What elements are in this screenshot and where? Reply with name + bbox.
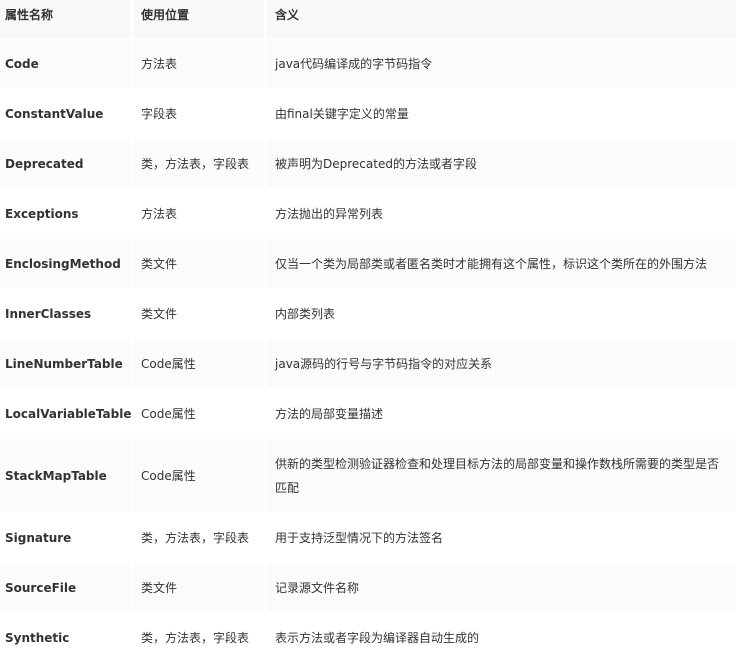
attribute-name-cell: Signature [0,512,133,562]
usage-location-cell: 类，方法表，字段表 [133,612,267,662]
header-meaning: 含义 [267,0,736,38]
meaning-cell: 表示方法或者字段为编译器自动生成的 [267,612,736,662]
meaning-cell: 由final关键字定义的常量 [267,88,736,138]
meaning-cell: 被声明为Deprecated的方法或者字段 [267,138,736,188]
usage-location-cell: 方法表 [133,38,267,88]
usage-location-cell: 方法表 [133,188,267,238]
attribute-name-cell: LineNumberTable [0,338,133,388]
usage-location-cell: Code属性 [133,338,267,388]
meaning-cell: 仅当一个类为局部类或者匿名类时才能拥有这个属性，标识这个类所在的外围方法 [267,238,736,288]
header-usage-location: 使用位置 [133,0,267,38]
attribute-name-cell: StackMapTable [0,438,133,512]
usage-location-cell: 类文件 [133,238,267,288]
meaning-cell: java代码编译成的字节码指令 [267,38,736,88]
attribute-name-cell: ConstantValue [0,88,133,138]
attribute-name-cell: Deprecated [0,138,133,188]
usage-location-cell: Code属性 [133,438,267,512]
meaning-cell: 用于支持泛型情况下的方法签名 [267,512,736,562]
meaning-cell: 记录源文件名称 [267,562,736,612]
usage-location-cell: 类文件 [133,562,267,612]
usage-location-cell: 类文件 [133,288,267,338]
attribute-name-cell: Synthetic [0,612,133,662]
meaning-cell: 内部类列表 [267,288,736,338]
usage-location-cell: 类，方法表，字段表 [133,512,267,562]
attribute-name-cell: LocalVariableTable [0,388,133,438]
usage-location-cell: 字段表 [133,88,267,138]
usage-location-cell: 类，方法表，字段表 [133,138,267,188]
attribute-name-cell: Code [0,38,133,88]
usage-location-cell: Code属性 [133,388,267,438]
meaning-cell: 供新的类型检测验证器检查和处理目标方法的局部变量和操作数栈所需要的类型是否匹配 [267,438,736,512]
meaning-cell: 方法的局部变量描述 [267,388,736,438]
meaning-cell: 方法抛出的异常列表 [267,188,736,238]
attribute-name-cell: Exceptions [0,188,133,238]
meaning-cell: java源码的行号与字节码指令的对应关系 [267,338,736,388]
attribute-name-cell: SourceFile [0,562,133,612]
attribute-table: 属性名称 使用位置 含义 Code 方法表 java代码编译成的字节码指令 Co… [0,0,736,662]
attribute-name-cell: EnclosingMethod [0,238,133,288]
header-attribute-name: 属性名称 [0,0,133,38]
attribute-name-cell: InnerClasses [0,288,133,338]
